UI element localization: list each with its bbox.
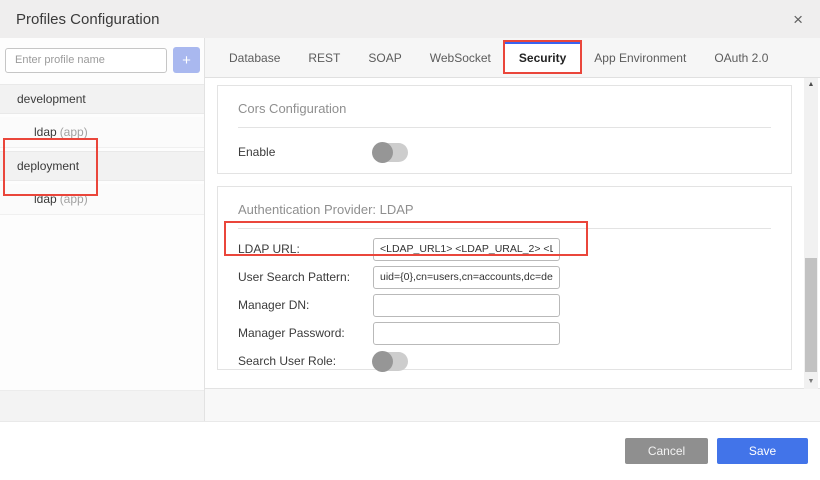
tab-soap[interactable]: SOAP (354, 51, 415, 65)
dialog-header: Profiles Configuration × (0, 0, 820, 38)
toggle-knob (372, 351, 393, 372)
ldap-url-input[interactable] (373, 238, 560, 261)
tab-oauth[interactable]: OAuth 2.0 (700, 51, 782, 65)
ldap-section-title: Authentication Provider: LDAP (238, 197, 771, 229)
ldap-url-row: LDAP URL: (238, 236, 771, 262)
close-icon[interactable]: × (793, 11, 803, 28)
ldap-url-label: LDAP URL: (238, 242, 373, 256)
app-suffix: (app) (60, 192, 88, 206)
profile-list: development ldap(app) deployment ldap(ap… (0, 84, 204, 215)
cors-enable-toggle[interactable] (373, 143, 408, 162)
profile-label: deployment (17, 159, 79, 173)
sidebar-item-development[interactable]: development (0, 84, 204, 114)
enable-label: Enable (238, 145, 373, 159)
toggle-knob (372, 142, 393, 163)
scroll-down-icon[interactable]: ▼ (804, 376, 818, 388)
profiles-configuration-dialog: Profiles Configuration × + development l… (0, 0, 820, 480)
search-user-role-row: Search User Role: (238, 348, 771, 374)
ldap-provider-card: Authentication Provider: LDAP LDAP URL: … (217, 186, 792, 370)
user-search-pattern-row: User Search Pattern: (238, 264, 771, 290)
manager-dn-input[interactable] (373, 294, 560, 317)
manager-dn-label: Manager DN: (238, 298, 373, 312)
security-tab-content: Cors Configuration Enable Authentication… (205, 78, 820, 389)
plus-icon: + (182, 52, 191, 69)
scrollbar-thumb[interactable] (805, 258, 817, 372)
app-label: ldap (34, 192, 57, 206)
tab-rest[interactable]: REST (294, 51, 354, 65)
profile-create-row: + (0, 38, 204, 81)
cancel-button[interactable]: Cancel (625, 438, 708, 464)
manager-password-label: Manager Password: (238, 326, 373, 340)
profile-label: development (17, 92, 86, 106)
tab-bar: Database REST SOAP WebSocket Security Ap… (205, 38, 820, 78)
tab-app-environment[interactable]: App Environment (580, 51, 700, 65)
tab-websocket[interactable]: WebSocket (416, 51, 505, 65)
manager-dn-row: Manager DN: (238, 292, 771, 318)
search-user-role-toggle[interactable] (373, 352, 408, 371)
cors-enable-row: Enable (238, 139, 771, 165)
manager-password-input[interactable] (373, 322, 560, 345)
search-user-role-label: Search User Role: (238, 354, 373, 368)
user-search-pattern-label: User Search Pattern: (238, 270, 373, 284)
ldap-fields: LDAP URL: User Search Pattern: Manager D… (238, 236, 771, 374)
sidebar-item-development-ldap[interactable]: ldap(app) (0, 117, 204, 148)
add-profile-button[interactable]: + (173, 47, 200, 73)
cors-section-title: Cors Configuration (238, 96, 771, 128)
dialog-title: Profiles Configuration (16, 11, 159, 28)
cors-configuration-card: Cors Configuration Enable (217, 85, 792, 174)
profiles-sidebar: + development ldap(app) deployment ldap(… (0, 38, 205, 421)
scroll-up-icon[interactable]: ▲ (804, 79, 818, 91)
main-panel: Database REST SOAP WebSocket Security Ap… (205, 38, 820, 421)
dialog-footer: Cancel Save (0, 421, 820, 480)
app-label: ldap (34, 125, 57, 139)
sidebar-bottom-strip (0, 390, 204, 421)
app-suffix: (app) (60, 125, 88, 139)
save-button[interactable]: Save (717, 438, 808, 464)
dialog-body: + development ldap(app) deployment ldap(… (0, 38, 820, 421)
tab-database[interactable]: Database (215, 51, 294, 65)
sidebar-item-deployment[interactable]: deployment (0, 151, 204, 181)
tab-security[interactable]: Security (505, 42, 580, 72)
user-search-pattern-input[interactable] (373, 266, 560, 289)
sidebar-item-deployment-ldap[interactable]: ldap(app) (0, 184, 204, 215)
content-scrollbar[interactable]: ▲ ▼ (804, 78, 818, 389)
manager-password-row: Manager Password: (238, 320, 771, 346)
profile-name-input[interactable] (5, 48, 167, 73)
